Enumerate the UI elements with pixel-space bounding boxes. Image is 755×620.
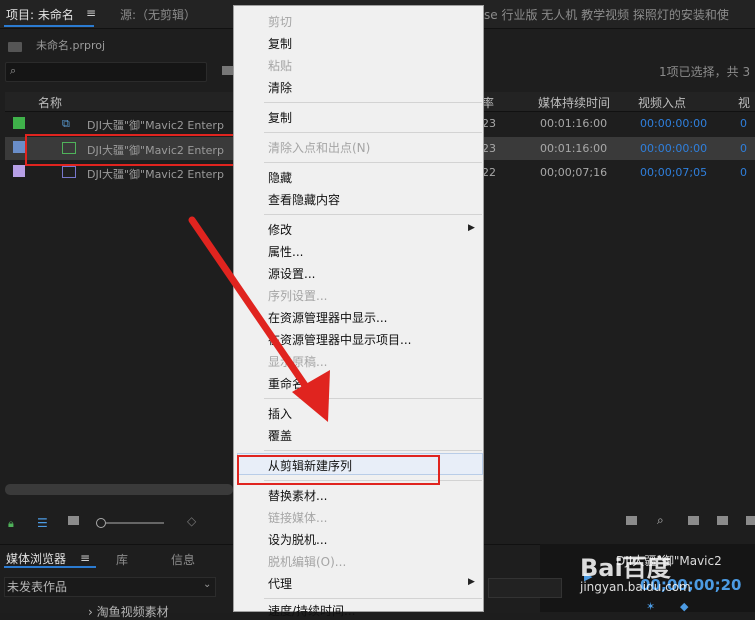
menu-item-clear[interactable]: 清除 xyxy=(268,79,292,96)
menu-item-duplicate[interactable]: 复制 xyxy=(268,109,292,126)
baidu-watermark-url: jingyan.baidu.com xyxy=(580,580,691,594)
menu-item-make-offline[interactable]: 设为脱机... xyxy=(268,531,327,548)
label-color-swatch[interactable] xyxy=(13,141,25,153)
rate-cell: 22 xyxy=(482,166,496,179)
search-input[interactable] xyxy=(5,62,207,82)
tab-source[interactable]: 源:（无剪辑） xyxy=(120,6,196,23)
video-in-cell[interactable]: 00;00;07;05 xyxy=(640,166,707,179)
lock-icon[interactable]: 🔒︎ xyxy=(8,517,14,531)
zoom-slider[interactable] xyxy=(106,522,164,524)
film-icon xyxy=(62,166,76,178)
annotation-red-box-clip xyxy=(25,134,249,166)
duration-cell: 00:01:16:00 xyxy=(540,142,608,155)
label-color-swatch[interactable] xyxy=(13,117,25,129)
video-out-cell[interactable]: 0 xyxy=(740,142,747,155)
zoom-slider-handle[interactable] xyxy=(96,518,106,528)
search-icon[interactable]: ⌕ xyxy=(657,513,664,528)
trash-icon[interactable] xyxy=(746,516,755,525)
video-in-cell[interactable]: 00:00:00:00 xyxy=(640,117,707,130)
hamburger-icon[interactable]: ≡ xyxy=(80,551,90,565)
menu-separator xyxy=(264,162,482,163)
duration-cell: 00:01:16:00 xyxy=(540,117,608,130)
video-out-cell[interactable]: 0 xyxy=(740,117,747,130)
column-duration[interactable]: 媒体持续时间 xyxy=(538,94,610,111)
tab-libraries[interactable]: 库 xyxy=(116,551,128,568)
video-out-cell[interactable]: 0 xyxy=(740,166,747,179)
chevron-right-icon: ▶ xyxy=(468,577,475,587)
selection-info: 1项已选择，共 3 xyxy=(659,65,751,79)
clip-name: DJI大疆"御"Mavic2 Enterp xyxy=(87,119,224,132)
annotation-red-arrow xyxy=(188,216,330,422)
menu-separator xyxy=(264,132,482,133)
menu-item-hide[interactable]: 隐藏 xyxy=(268,169,292,186)
tab-info[interactable]: 信息 xyxy=(171,551,195,568)
new-bin-icon[interactable] xyxy=(688,516,699,525)
menu-item-proxy[interactable]: 代理 xyxy=(268,575,292,592)
column-video-out[interactable]: 视 xyxy=(738,94,750,111)
menu-item-cut[interactable]: 剪切 xyxy=(268,13,292,30)
active-tab-underline xyxy=(4,566,96,568)
baidu-watermark-logo: Bai百度 xyxy=(580,554,671,582)
chevron-right-icon: ▶ xyxy=(468,223,475,233)
chevron-down-icon: ⌄ xyxy=(203,579,212,590)
hamburger-icon[interactable]: ≡ xyxy=(86,6,96,20)
menu-item-speed-duration[interactable]: 速度/持续时间... xyxy=(268,602,356,619)
horizontal-scrollbar[interactable] xyxy=(5,484,233,495)
new-item-icon[interactable] xyxy=(717,516,728,525)
marker-icon[interactable]: ◆ xyxy=(680,600,688,613)
label-color-swatch[interactable] xyxy=(13,165,25,177)
annotation-red-box-menu xyxy=(237,455,440,485)
video-in-cell[interactable]: 00:00:00:00 xyxy=(640,142,707,155)
menu-item-clear-in-out[interactable]: 清除入点和出点(N) xyxy=(268,139,370,156)
menu-item-view-hidden[interactable]: 查看隐藏内容 xyxy=(268,191,340,208)
folder-icon xyxy=(8,42,22,52)
dropdown-value: 未发表作品 xyxy=(7,580,68,594)
snap-icon[interactable]: ✶ xyxy=(646,600,655,613)
menu-item-copy[interactable]: 复制 xyxy=(268,35,292,52)
menu-item-link-media[interactable]: 链接媒体... xyxy=(268,509,327,526)
clip-name: DJI大疆"御"Mavic2 Enterp xyxy=(87,168,224,181)
sequence-icon: ⧉ xyxy=(62,117,70,130)
column-video-in[interactable]: 视频入点 xyxy=(638,94,686,111)
list-view-icon[interactable]: ☰ xyxy=(37,516,48,530)
tab-media-browser[interactable]: 媒体浏览器 xyxy=(6,550,66,567)
menu-item-edit-offline[interactable]: 脱机编辑(O)... xyxy=(268,553,346,570)
duration-cell: 00;00;07;16 xyxy=(540,166,608,179)
search-icon: ⌕ xyxy=(10,64,17,77)
menu-separator xyxy=(264,598,482,599)
rate-cell: 23 xyxy=(482,142,496,155)
rate-cell: 23 xyxy=(482,117,496,130)
automate-icon[interactable] xyxy=(626,516,637,525)
column-name[interactable]: 名称 xyxy=(38,94,62,111)
tab-project[interactable]: 项目: 未命名 xyxy=(6,6,74,23)
menu-separator xyxy=(264,450,482,451)
icon-view-icon[interactable] xyxy=(68,516,79,525)
menu-item-paste[interactable]: 粘贴 xyxy=(268,57,292,74)
project-file-name: 未命名.prproj xyxy=(36,39,106,52)
program-input[interactable] xyxy=(488,578,562,598)
sort-icon[interactable]: ◇ xyxy=(187,514,196,528)
menu-item-replace-footage[interactable]: 替换素材... xyxy=(268,487,327,504)
active-tab-underline xyxy=(4,25,94,27)
source-clip-title: se 行业版 无人机 教学视频 探照灯的安装和使 xyxy=(484,8,729,22)
menu-separator xyxy=(264,102,482,103)
